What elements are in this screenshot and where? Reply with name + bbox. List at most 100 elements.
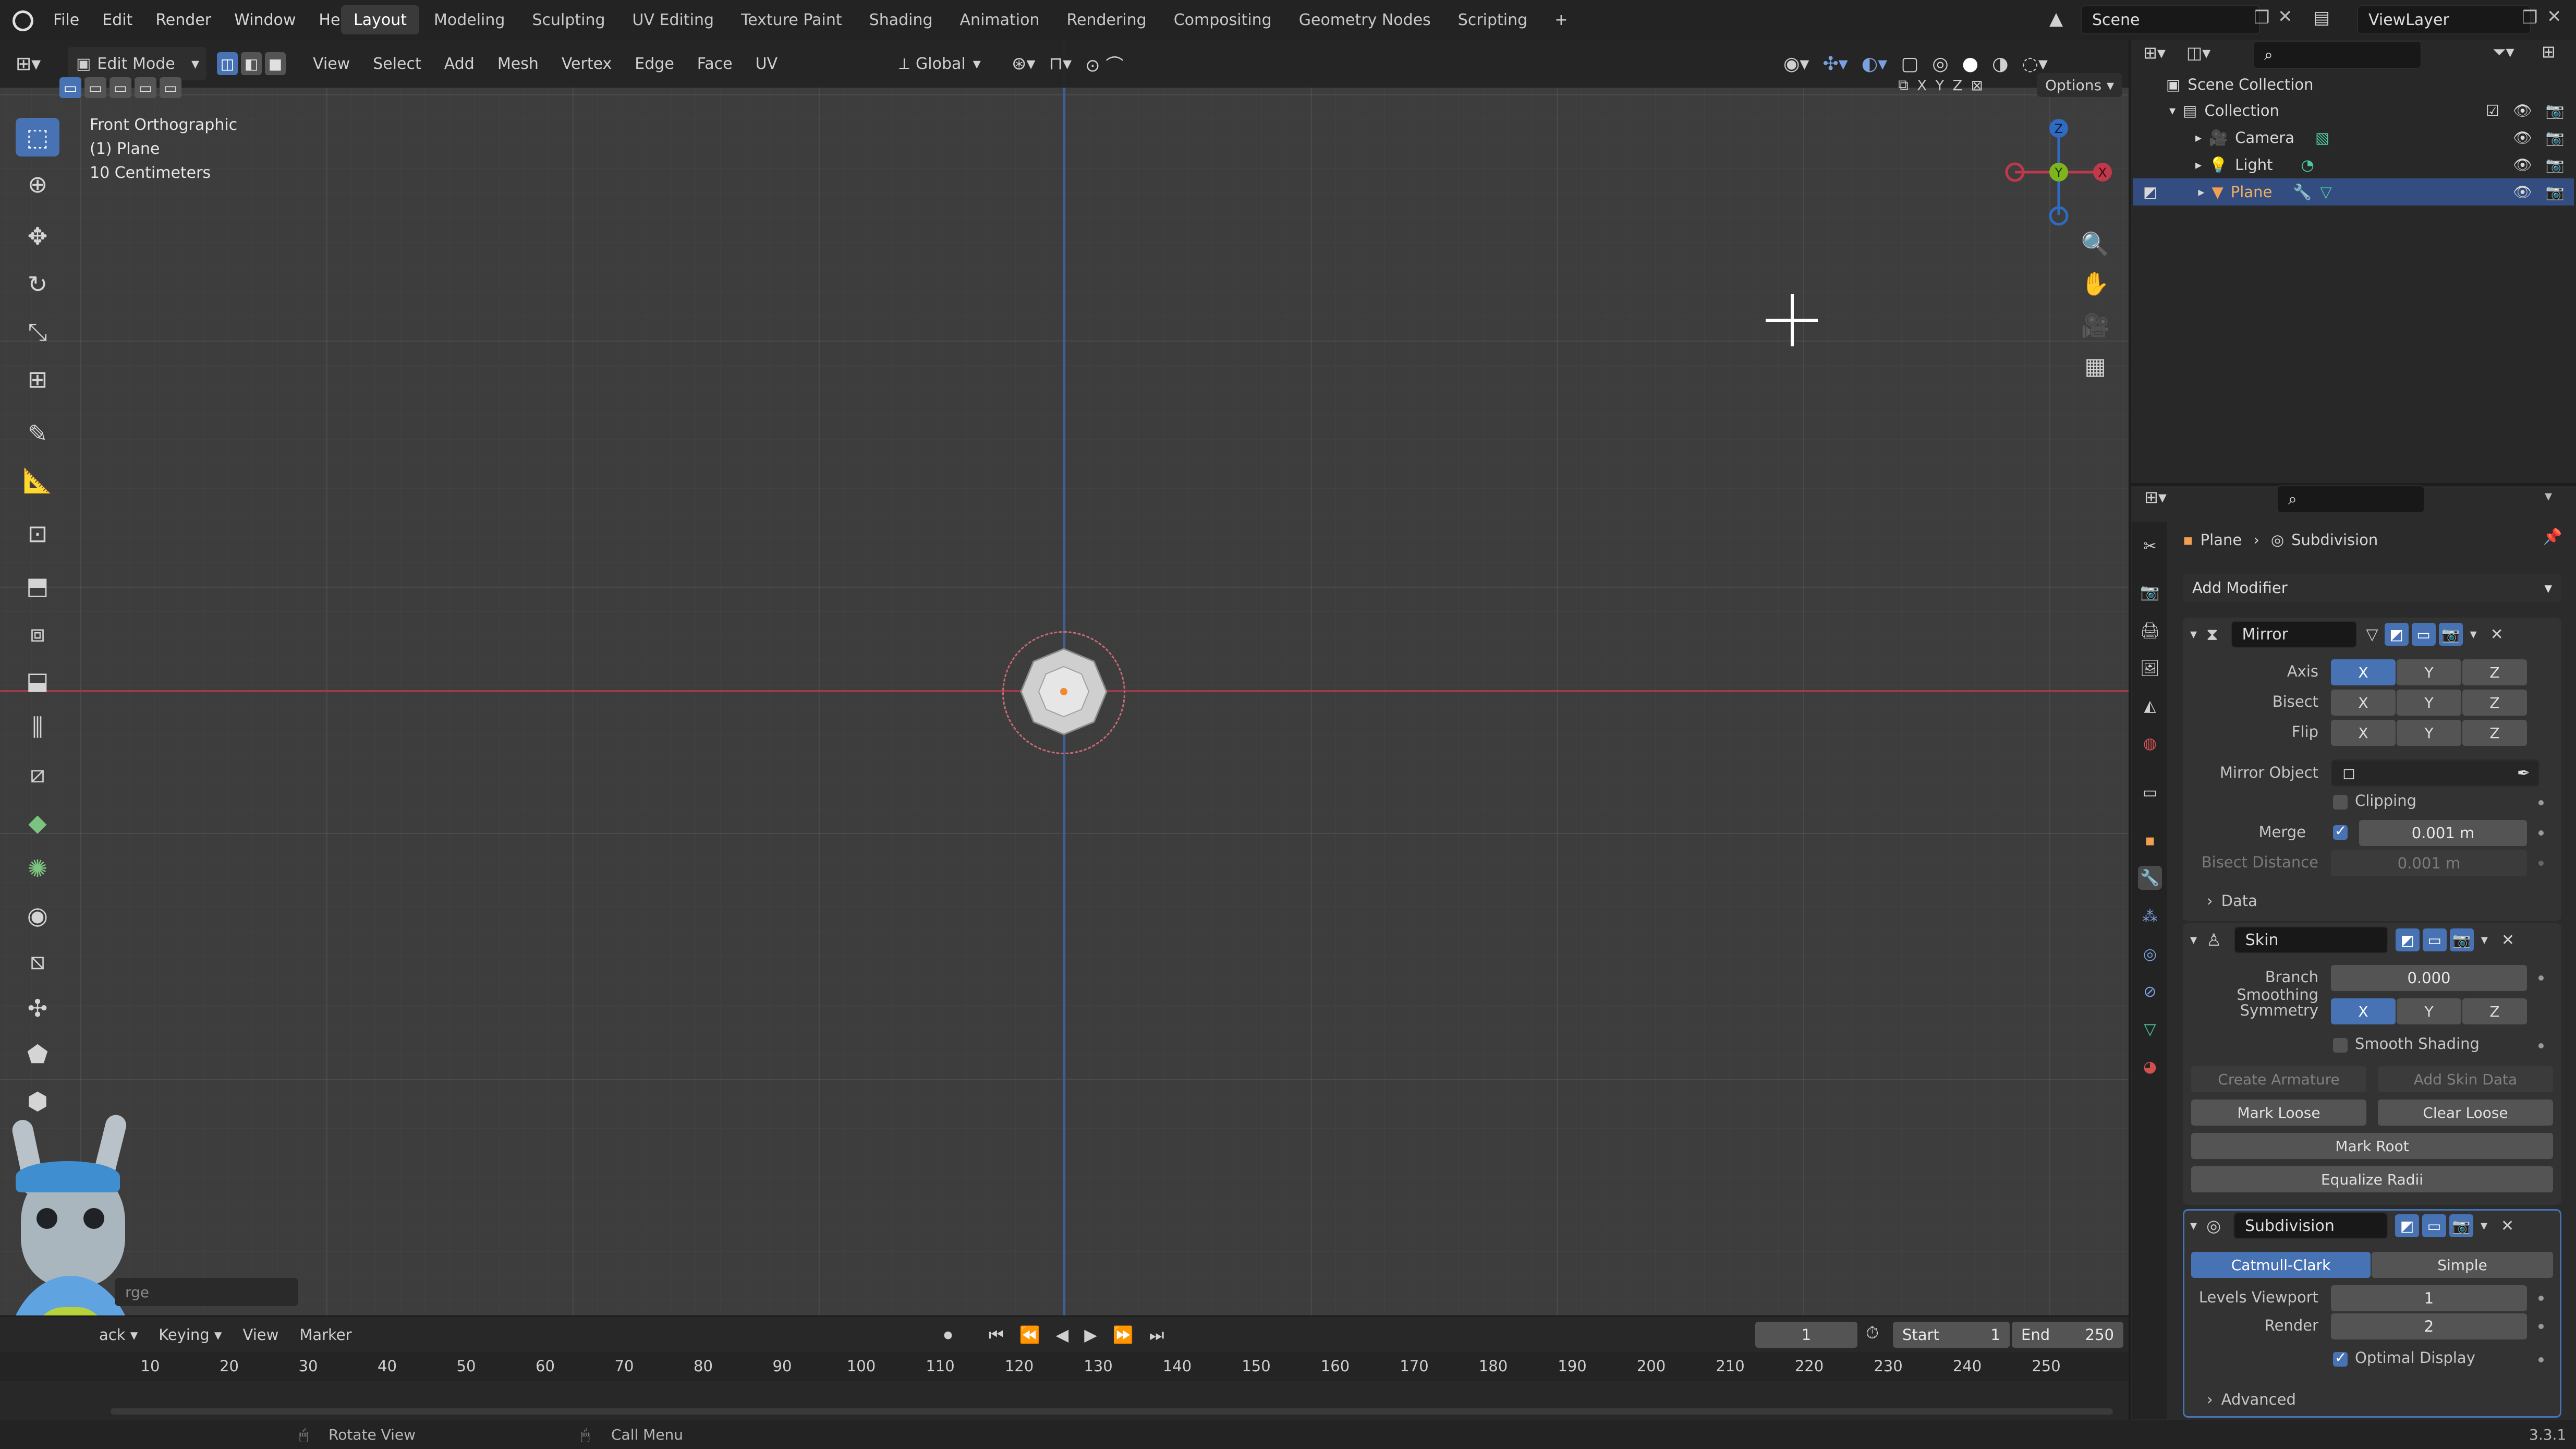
play-icon[interactable]: ▶ (1084, 1325, 1097, 1345)
tool-tab-icon[interactable]: ✂ (2138, 534, 2162, 558)
face-select-icon[interactable]: ■ (265, 52, 286, 75)
chevron-down-icon[interactable]: ▾ (2190, 932, 2197, 948)
remove-view-layer-icon[interactable]: ✕ (2547, 6, 2562, 27)
menu-edge[interactable]: Edge (635, 55, 674, 73)
select-new-icon[interactable]: ▭ (59, 77, 81, 98)
select-extend-icon[interactable]: ▭ (84, 77, 106, 98)
close-icon[interactable]: ✕ (2490, 625, 2504, 644)
edit-cage-icon[interactable]: ▽ (2366, 625, 2378, 644)
mark-root-button[interactable]: Mark Root (2191, 1133, 2553, 1159)
transform-orientation-dropdown[interactable]: ⟂ Global ▾ (899, 47, 981, 80)
chevron-down-icon[interactable]: ▾ (2481, 932, 2488, 948)
menu-file[interactable]: File (42, 11, 91, 29)
eye-icon[interactable]: 👁 (2513, 183, 2532, 201)
catmull-clark-button[interactable]: Catmull-Clark (2191, 1252, 2371, 1278)
render-toggle-icon[interactable]: 📷 (2438, 623, 2463, 646)
mark-loose-button[interactable]: Mark Loose (2191, 1100, 2366, 1126)
scene-icon[interactable]: ▲ (2049, 8, 2063, 29)
render-toggle-icon[interactable]: 📷 (2449, 928, 2474, 951)
mirror-object-field[interactable]: ◻ ✒ (2331, 759, 2539, 787)
view-layer-field[interactable]: ViewLayer (2357, 5, 2531, 34)
properties-search-input[interactable]: ⌕ (2277, 485, 2425, 513)
tab-animation[interactable]: Animation (947, 5, 1052, 34)
gizmo-toggle-icon[interactable]: ✣▾ (1822, 53, 1848, 75)
properties-editor-icon[interactable]: ⊞▾ (2144, 487, 2167, 507)
tab-shading[interactable]: Shading (857, 5, 945, 34)
chevron-down-icon[interactable]: ▾ (2545, 487, 2552, 504)
list-item-scene-collection[interactable]: ▣ Scene Collection (2133, 71, 2574, 98)
new-view-layer-icon[interactable]: ❐ (2522, 7, 2537, 28)
mirror-axis-y-button[interactable]: Y (2397, 659, 2461, 685)
new-collection-icon[interactable]: ⊞ (2542, 42, 2556, 62)
menu-face[interactable]: Face (697, 55, 733, 73)
clear-loose-button[interactable]: Clear Loose (2378, 1100, 2553, 1126)
branch-smoothing-field[interactable]: 0.000 (2331, 965, 2527, 991)
equalize-radii-button[interactable]: Equalize Radii (2191, 1166, 2553, 1192)
zoom-icon[interactable]: 🔍 (2076, 225, 2114, 263)
inset-tool-icon[interactable]: ⧈ (16, 614, 59, 653)
render-tab-icon[interactable]: 📷 (2138, 580, 2162, 604)
vertex-select-icon[interactable]: ◫ (217, 52, 238, 75)
chevron-right-icon[interactable]: ▸ (2195, 158, 2202, 172)
chevron-right-icon[interactable]: ▸ (2198, 185, 2204, 199)
world-tab-icon[interactable]: ◍ (2138, 731, 2162, 755)
symmetry-x-button[interactable]: X (2331, 998, 2396, 1024)
outliner-editor-icon[interactable]: ⊞▾ (2143, 43, 2166, 63)
realtime-toggle-icon[interactable]: ▭ (2422, 928, 2447, 951)
view-layer-tab-icon[interactable]: 🖼 (2138, 656, 2162, 680)
view-layer-icon[interactable]: ▤ (2313, 7, 2330, 28)
bevel-tool-icon[interactable]: ⬓ (16, 661, 59, 700)
flip-y-button[interactable]: Y (2397, 720, 2461, 746)
render-toggle-icon[interactable]: 📷 (2449, 1214, 2473, 1237)
checkbox-icon[interactable]: ☑ (2486, 102, 2499, 120)
add-skin-data-button[interactable]: Add Skin Data (2378, 1066, 2553, 1092)
keyframe-dot[interactable] (2538, 1357, 2544, 1362)
xray-icon[interactable]: ▢ (1901, 53, 1918, 75)
edit-mode-toggle-icon[interactable]: ◩ (2384, 623, 2409, 646)
list-item-light[interactable]: ▸ 💡 Light ◔ 👁 📷 (2133, 151, 2574, 178)
auto-merge-icon[interactable]: ⊠ (1971, 77, 1983, 94)
physics-tab-icon[interactable]: ◎ (2138, 942, 2162, 966)
menu-playback[interactable]: ack ▾ (99, 1326, 138, 1344)
select-intersect-icon[interactable]: ▭ (160, 77, 181, 98)
select-subtract-icon[interactable]: ▭ (110, 77, 131, 98)
advanced-subpanel[interactable]: › Advanced (2207, 1391, 2296, 1408)
edit-mode-toggle-icon[interactable]: ◩ (2395, 928, 2420, 951)
filter-icon[interactable]: ⏷▾ (2493, 42, 2514, 62)
current-frame-field[interactable]: 1 (1755, 1322, 1857, 1348)
tab-sculpting[interactable]: Sculpting (519, 5, 617, 34)
chevron-down-icon[interactable]: ▾ (2190, 626, 2197, 642)
flip-z-button[interactable]: Z (2462, 720, 2527, 746)
outliner-search-input[interactable]: ⌕ (2253, 41, 2422, 69)
keyframe-dot[interactable] (2538, 861, 2544, 866)
symmetry-x-button[interactable]: X (1917, 77, 1927, 94)
extrude-tool-icon[interactable]: ⬒ (16, 566, 59, 605)
menu-select[interactable]: Select (373, 55, 421, 73)
close-icon[interactable]: ✕ (2501, 931, 2514, 949)
mode-dropdown[interactable]: ▣ Edit Mode ▾ (68, 47, 206, 80)
editor-type-icon[interactable]: ⊞▾ (16, 47, 41, 80)
display-mode-icon[interactable]: ◫▾ (2186, 43, 2210, 63)
add-workspace-button[interactable]: + (1542, 5, 1580, 34)
navigation-gizmo[interactable]: Z X Y (1995, 117, 2120, 232)
merge-distance-field[interactable]: 0.001 m (2359, 820, 2527, 846)
rotate-tool-icon[interactable]: ↻ (16, 265, 59, 304)
edit-mode-toggle-icon[interactable]: ◩ (2395, 1214, 2419, 1237)
eye-icon[interactable]: 👁 (2513, 102, 2532, 120)
remove-scene-icon[interactable]: ✕ (2278, 6, 2293, 27)
list-item-collection[interactable]: ▾ ▤ Collection ☑ 👁 📷 (2133, 97, 2574, 124)
pan-hand-icon[interactable]: ✋ (2076, 265, 2114, 303)
optimal-display-checkbox[interactable] (2333, 1349, 2348, 1367)
wireframe-shading-icon[interactable]: ◎ (1932, 53, 1948, 75)
next-keyframe-icon[interactable]: ⏩ (1113, 1325, 1134, 1345)
tab-geometry-nodes[interactable]: Geometry Nodes (1286, 5, 1443, 34)
material-tab-icon[interactable]: ◕ (2138, 1055, 2162, 1079)
merge-checkbox[interactable] (2333, 822, 2348, 840)
ortho-grid-icon[interactable]: ▦ (2076, 347, 2114, 385)
scale-tool-icon[interactable]: ⤡ (16, 313, 59, 352)
tab-modeling[interactable]: Modeling (421, 5, 517, 34)
select-box-tool-icon[interactable]: ⬚ (16, 118, 59, 156)
eye-icon[interactable]: 👁 (2513, 129, 2532, 147)
symmetry-z-button[interactable]: Z (1952, 77, 1962, 94)
edge-select-icon[interactable]: ◧ (241, 52, 262, 75)
